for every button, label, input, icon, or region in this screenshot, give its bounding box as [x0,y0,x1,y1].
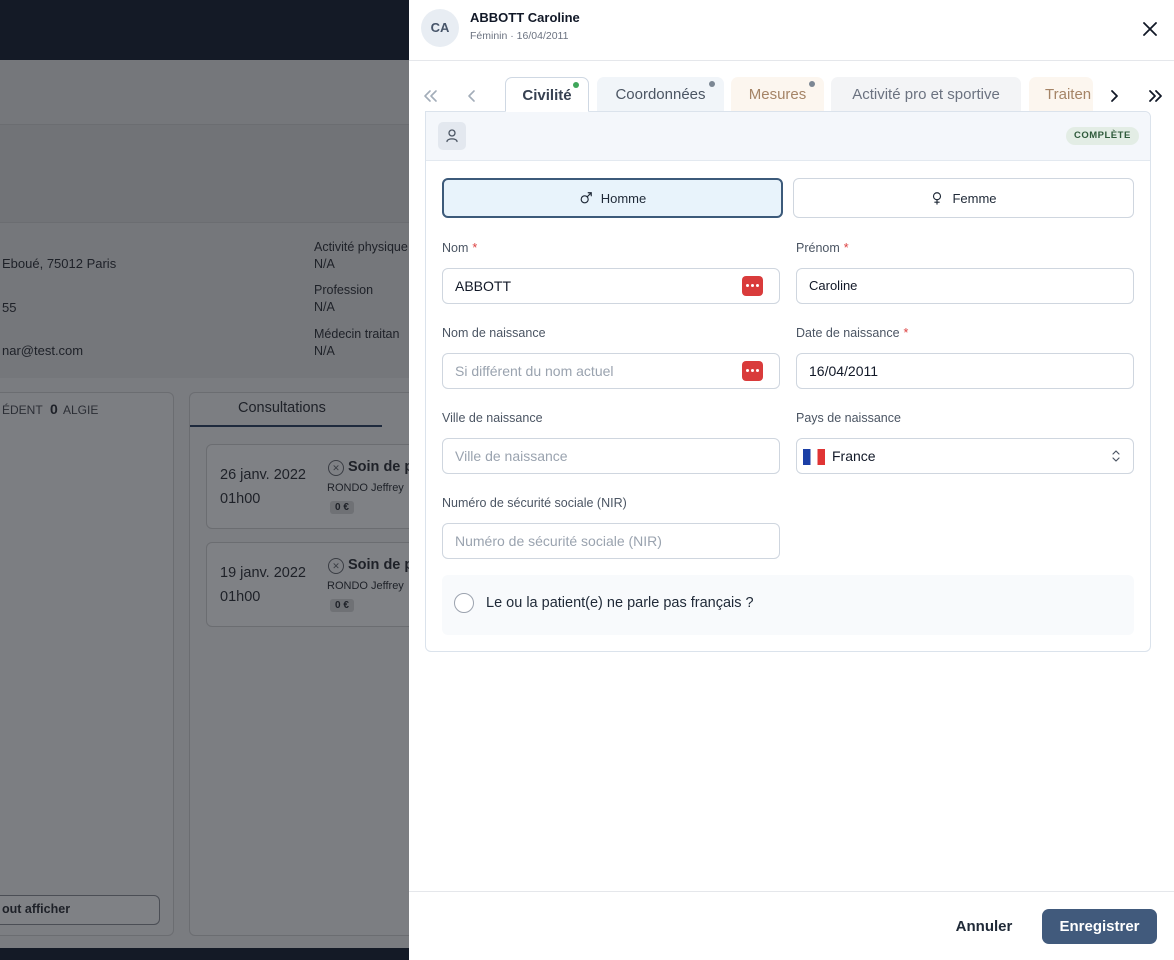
bg-consult-date: 19 janv. 2022 [220,565,306,581]
non-french-label: Le ou la patient(e) ne parle pas françai… [486,595,754,611]
avatar: CA [421,9,459,47]
bg-show-all-label: out afficher [2,902,71,916]
ville-naissance-field[interactable]: Ville de naissance [442,438,780,474]
care-icon: ✕ [328,558,344,574]
bg-email: nar@test.com [2,343,84,358]
bg-profession-label: Profession [314,283,374,297]
status-badge: COMPLÈTE [1066,127,1139,145]
nom-label: Nom * [442,241,478,255]
tab-traitement[interactable]: Traiten [1029,77,1093,112]
pays-naissance-label: Pays de naissance [796,411,901,425]
tab-label: Coordonnées [615,86,706,103]
bg-consult-time: 01h00 [220,491,261,507]
app-band [0,124,409,222]
tab-label: Mesures [748,86,807,103]
app-header [0,60,409,124]
bg-medecin-label: Médecin traitan [314,327,400,341]
bg-consultations-tab: Consultations [238,400,326,416]
save-button[interactable]: Enregistrer [1042,909,1157,944]
nir-label: Numéro de sécurité sociale (NIR) [442,496,627,510]
bg-tab-underline [190,425,382,427]
tabs-next-icon[interactable] [1102,84,1126,108]
password-manager-icon[interactable] [742,276,763,296]
bg-consult-title: Soin de p [348,459,409,475]
bg-consult-practitioner: RONDO Jeffrey [327,482,404,494]
gender-homme-label: Homme [600,190,647,206]
cancel-button[interactable]: Annuler [939,910,1029,944]
bg-consult-date: 26 janv. 2022 [220,467,306,483]
bg-medecin-value: N/A [314,344,335,358]
user-icon [438,122,466,150]
nom-naissance-label: Nom de naissance [442,326,546,340]
tab-status-dot [573,82,579,88]
bg-consult-title: Soin de p [348,557,409,573]
bg-profession-value: N/A [314,300,335,314]
app-topbar [0,0,409,60]
nir-field[interactable]: Numéro de sécurité sociale (NIR) [442,523,780,559]
bg-activite-value: N/A [314,257,335,271]
tab-activite-pro-sportive[interactable]: Activité pro et sportive [831,77,1021,112]
tabs-last-icon[interactable] [1144,84,1168,108]
tabs-previous-icon[interactable] [460,84,484,108]
tab-label: Traiten [1045,86,1092,103]
bg-counter-zero: 0 [50,401,58,417]
tab-civilite[interactable]: Civilité [505,77,589,112]
france-flag-icon [803,449,825,466]
tabs-first-icon[interactable] [418,84,442,108]
tab-label: Activité pro et sportive [852,86,1000,103]
select-updown-icon [1112,450,1120,462]
ville-naissance-label: Ville de naissance [442,411,543,425]
bg-antecedents-panel [0,392,174,936]
bg-counter-right: ALGIE [63,403,99,417]
gender-homme-button[interactable]: Homme [442,178,783,218]
drawer-footer: Annuler Enregistrer [409,891,1174,960]
nom-naissance-field[interactable]: Si différent du nom actuel [442,353,780,389]
password-manager-icon[interactable] [742,361,763,381]
bg-address: Eboué, 75012 Paris [2,256,117,271]
background-app: Eboué, 75012 Paris 55 nar@test.com Activ… [0,0,409,960]
patient-meta: Féminin · 16/04/2011 [470,30,569,42]
date-naissance-field[interactable]: 16/04/2011 [796,353,1134,389]
patient-name: ABBOTT Caroline [470,10,580,25]
male-icon [580,192,592,204]
close-icon[interactable] [1139,18,1161,40]
pays-naissance-select[interactable]: France [796,438,1134,474]
bg-consult-time: 01h00 [220,589,261,605]
civilite-section: COMPLÈTE Homme Femme Nom * ABBOTT Prénom * [425,111,1151,652]
prenom-label: Prénom * [796,241,849,255]
language-option: Le ou la patient(e) ne parle pas françai… [442,575,1134,635]
bg-counter-left: ÉDENT [2,403,43,417]
drawer-header: CA ABBOTT Caroline Féminin · 16/04/2011 [409,0,1174,61]
bg-consult-price: 0 € [330,599,354,612]
bg-consult-practitioner: RONDO Jeffrey [327,580,404,592]
prenom-field[interactable]: Caroline [796,268,1134,304]
nom-field[interactable]: ABBOTT [442,268,780,304]
bg-consult-price: 0 € [330,501,354,514]
patient-edit-drawer: CA ABBOTT Caroline Féminin · 16/04/2011 … [409,0,1174,960]
tab-label: Civilité [522,87,572,104]
date-naissance-label: Date de naissance * [796,326,909,340]
app-bottombar [0,948,409,960]
tab-status-dot [709,81,715,87]
tab-mesures[interactable]: Mesures [731,77,824,112]
care-icon: ✕ [328,460,344,476]
female-icon [933,192,942,205]
bg-activite-label: Activité physique [314,240,408,254]
bg-phone: 55 [2,300,17,315]
gender-femme-label: Femme [952,190,997,206]
tab-coordonnees[interactable]: Coordonnées [597,77,724,112]
gender-femme-button[interactable]: Femme [793,178,1134,218]
section-header: COMPLÈTE [426,112,1150,161]
non-french-checkbox[interactable] [454,593,474,613]
tab-status-dot [809,81,815,87]
